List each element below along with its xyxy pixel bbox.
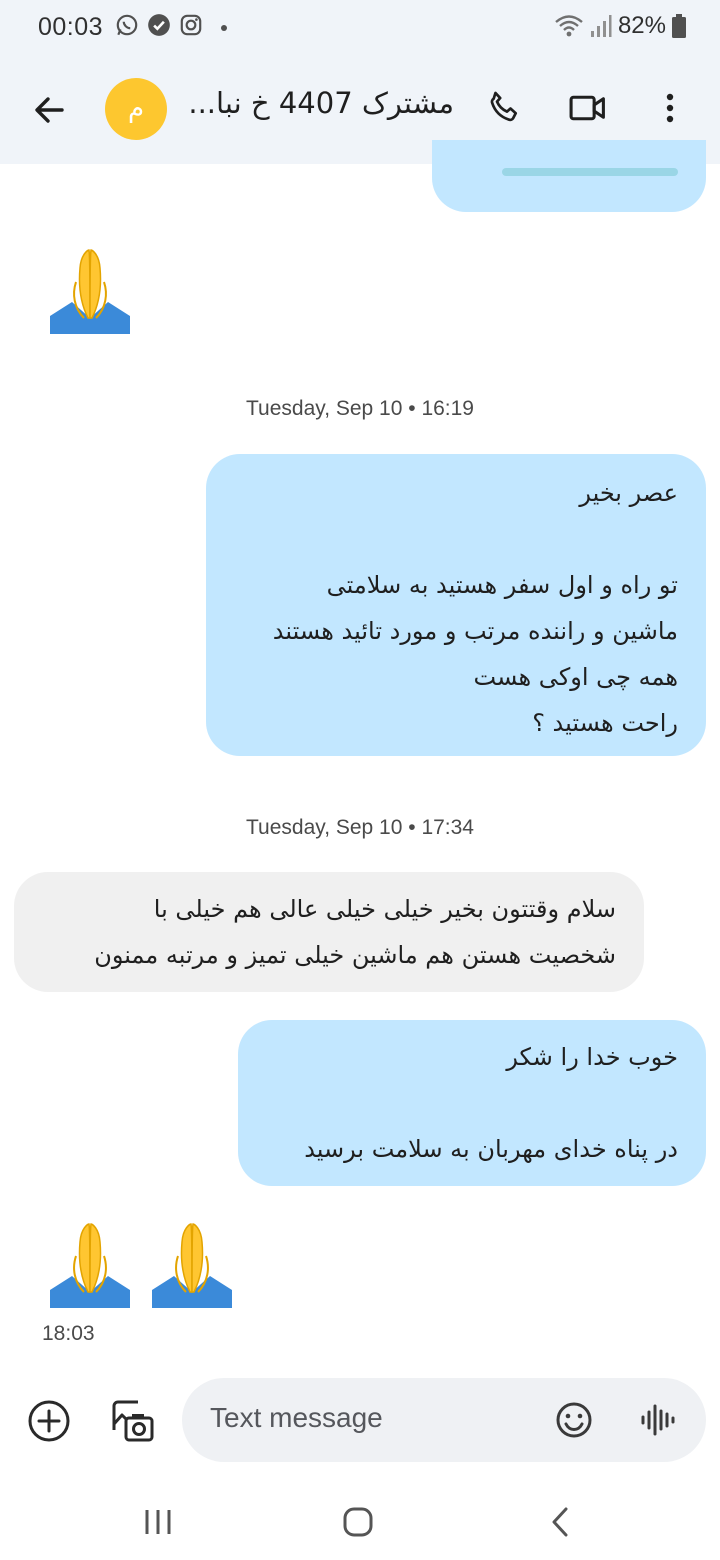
gallery-button[interactable]	[108, 1396, 156, 1444]
arrow-back-icon	[35, 97, 64, 123]
message-time: 18:03	[42, 1322, 95, 1345]
home-button[interactable]	[338, 1502, 378, 1542]
avatar[interactable]: م	[105, 78, 167, 140]
system-status-icons: 82%	[554, 12, 686, 40]
shield-check-icon	[148, 14, 170, 36]
outgoing-message[interactable]: عصر بخیر تو راه و اول سفر هستید به سلامت…	[206, 454, 706, 756]
recent-apps-icon	[145, 1510, 171, 1534]
battery-level: 82%	[617, 12, 666, 39]
more-options-button[interactable]	[648, 86, 692, 130]
emoji-button[interactable]	[554, 1400, 594, 1440]
contact-name[interactable]: مشترک 4407 خ نبا...	[186, 86, 454, 120]
more-vert-icon	[666, 93, 674, 123]
message-timestamp: Tuesday, Sep 10 • 16:19	[245, 397, 474, 420]
message-input[interactable]: Text message	[182, 1378, 706, 1462]
home-icon	[343, 1507, 373, 1537]
system-navigation-bar	[0, 1480, 720, 1560]
add-circle-icon	[28, 1400, 70, 1442]
partial-outgoing-message[interactable]	[432, 140, 706, 212]
signal-icon	[590, 15, 612, 37]
battery-icon	[672, 14, 686, 38]
attach-button[interactable]	[26, 1398, 72, 1444]
status-time: 00:03	[38, 13, 104, 41]
incoming-message[interactable]: سلام وقتتون بخیر خیلی خیلی عالی هم خیلی …	[14, 872, 644, 992]
redacted-text	[502, 168, 678, 176]
folded-hands-icon	[152, 1223, 232, 1308]
wifi-icon	[555, 15, 583, 37]
notification-icons	[114, 12, 204, 38]
folded-hands-emoji[interactable]	[48, 246, 132, 336]
voice-message-button[interactable]	[638, 1400, 678, 1440]
gallery-camera-icon	[112, 1400, 154, 1442]
recent-apps-button[interactable]	[138, 1502, 178, 1542]
message-timestamp: Tuesday, Sep 10 • 17:34	[245, 816, 474, 839]
outgoing-message[interactable]: خوب خدا را شکر در پناه خدای مهربان به سل…	[238, 1020, 706, 1186]
whatsapp-icon	[116, 14, 138, 36]
nav-back-button[interactable]	[540, 1502, 580, 1542]
video-call-button[interactable]	[566, 86, 610, 130]
contact-name-text: مشترک 4407 خ نبا	[216, 86, 454, 120]
folded-hands-icon	[50, 249, 130, 334]
chevron-left-icon	[552, 1507, 568, 1537]
instagram-icon	[180, 14, 202, 36]
back-button[interactable]	[28, 88, 72, 132]
call-button[interactable]	[482, 86, 526, 130]
video-icon	[569, 95, 605, 121]
emoji-icon	[556, 1402, 592, 1438]
folded-hands-emoji[interactable]	[48, 1220, 132, 1310]
waveform-icon	[641, 1404, 675, 1436]
status-more-dot	[221, 25, 227, 31]
message-input-placeholder: Text message	[210, 1402, 383, 1433]
status-bar: 00:03 82%	[0, 0, 720, 56]
folded-hands-icon	[50, 1223, 130, 1308]
contact-name-ellipsis: ...	[188, 86, 217, 120]
phone-icon	[490, 91, 518, 122]
folded-hands-emoji[interactable]	[150, 1220, 234, 1310]
